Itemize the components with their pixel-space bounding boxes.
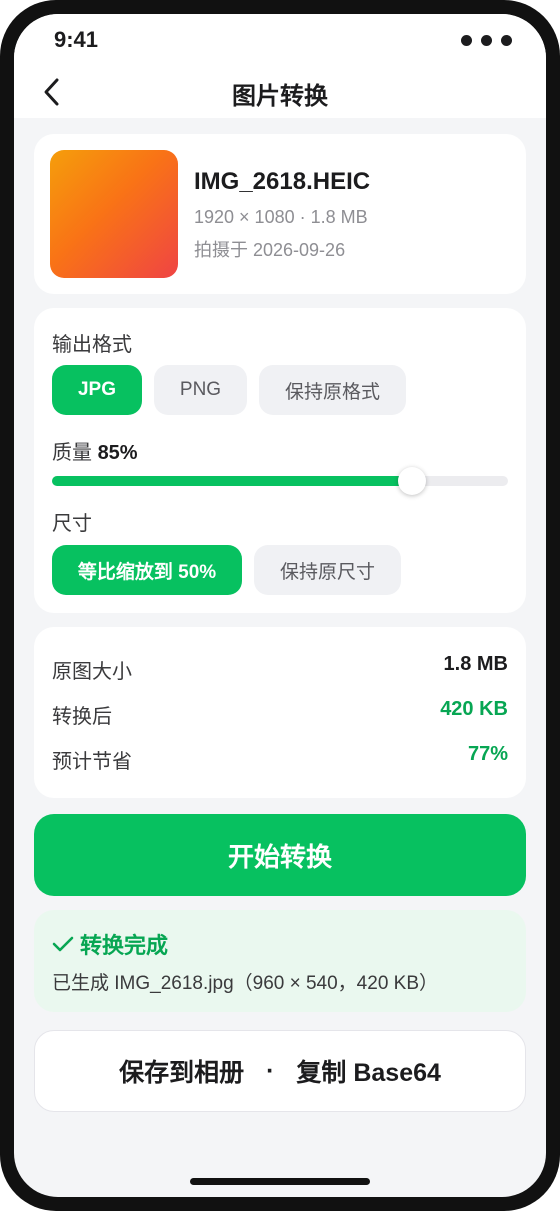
format-label: 输出格式	[52, 334, 132, 356]
result-description: 已生成 IMG_2618.jpg（960 × 540，420 KB）	[52, 973, 439, 994]
size-label: 尺寸	[52, 513, 92, 535]
quality-label: 质量 85%	[52, 436, 138, 465]
image-thumbnail[interactable]	[50, 150, 178, 278]
stat-label: 原图大小	[52, 661, 132, 683]
stat-value: 1.8 MB	[443, 653, 508, 675]
quality-slider[interactable]	[52, 467, 508, 495]
stat-value: 420 KB	[440, 698, 508, 720]
file-meta: 1920 × 1080 · 1.8 MB	[194, 207, 368, 227]
stat-label: 转换后	[52, 706, 112, 728]
result-panel: 转换完成 已生成 IMG_2618.jpg（960 × 540，420 KB）	[34, 910, 526, 1012]
dot-icon	[501, 35, 512, 46]
page-title: 图片转换	[232, 83, 328, 110]
quality-slider-handle[interactable]	[397, 467, 426, 495]
settings-card: 输出格式 JPG PNG 保持原格式 质量 85% 尺寸 等比缩放到 50% 保…	[34, 308, 526, 613]
size-stats-card: 原图大小 1.8 MB 转换后 420 KB 预计节省 77%	[34, 627, 526, 798]
dot-icon	[461, 35, 472, 46]
file-info-card: IMG_2618.HEIC 1920 × 1080 · 1.8 MB 拍摄于 2…	[34, 134, 526, 294]
format-option-jpg[interactable]: JPG	[52, 365, 142, 415]
quality-slider-fill	[52, 476, 412, 486]
home-indicator[interactable]	[190, 1178, 370, 1185]
screen: 9:41 图片转换 IMG_2618.HEIC 1920 × 1080 · 1.…	[14, 14, 546, 1197]
result-title-text: 转换完成	[80, 933, 169, 958]
save-to-album-button[interactable]: 保存到相册	[119, 1053, 244, 1089]
size-option-original[interactable]: 保持原尺寸	[254, 545, 401, 595]
action-separator: ·	[266, 1056, 275, 1085]
nav-bar: 图片转换	[14, 66, 546, 118]
file-date: 拍摄于 2026-09-26	[194, 240, 346, 260]
phone-frame: 9:41 图片转换 IMG_2618.HEIC 1920 × 1080 · 1.…	[0, 0, 560, 1211]
stat-row-converted: 转换后 420 KB	[52, 698, 508, 728]
result-actions: 保存到相册 · 复制 Base64	[34, 1030, 526, 1112]
start-convert-button[interactable]: 开始转换	[34, 814, 526, 896]
quality-value: 85%	[97, 442, 138, 464]
quality-label-text: 质量	[52, 442, 92, 464]
format-option-original[interactable]: 保持原格式	[259, 365, 406, 415]
status-bar: 9:41	[14, 14, 546, 66]
stat-value: 77%	[467, 743, 508, 765]
stat-row-original: 原图大小 1.8 MB	[52, 653, 508, 683]
status-time: 9:41	[54, 27, 99, 52]
stat-label: 预计节省	[52, 751, 132, 773]
status-dots-icon	[461, 35, 512, 46]
format-option-png[interactable]: PNG	[154, 365, 247, 415]
size-option-scale-50[interactable]: 等比缩放到 50%	[52, 545, 242, 595]
file-name: IMG_2618.HEIC	[194, 168, 371, 195]
dot-icon	[481, 35, 492, 46]
check-icon	[52, 936, 74, 952]
stat-row-savings: 预计节省 77%	[52, 743, 508, 773]
result-title: 转换完成	[52, 928, 168, 960]
copy-base64-button[interactable]: 复制 Base64	[296, 1053, 441, 1089]
